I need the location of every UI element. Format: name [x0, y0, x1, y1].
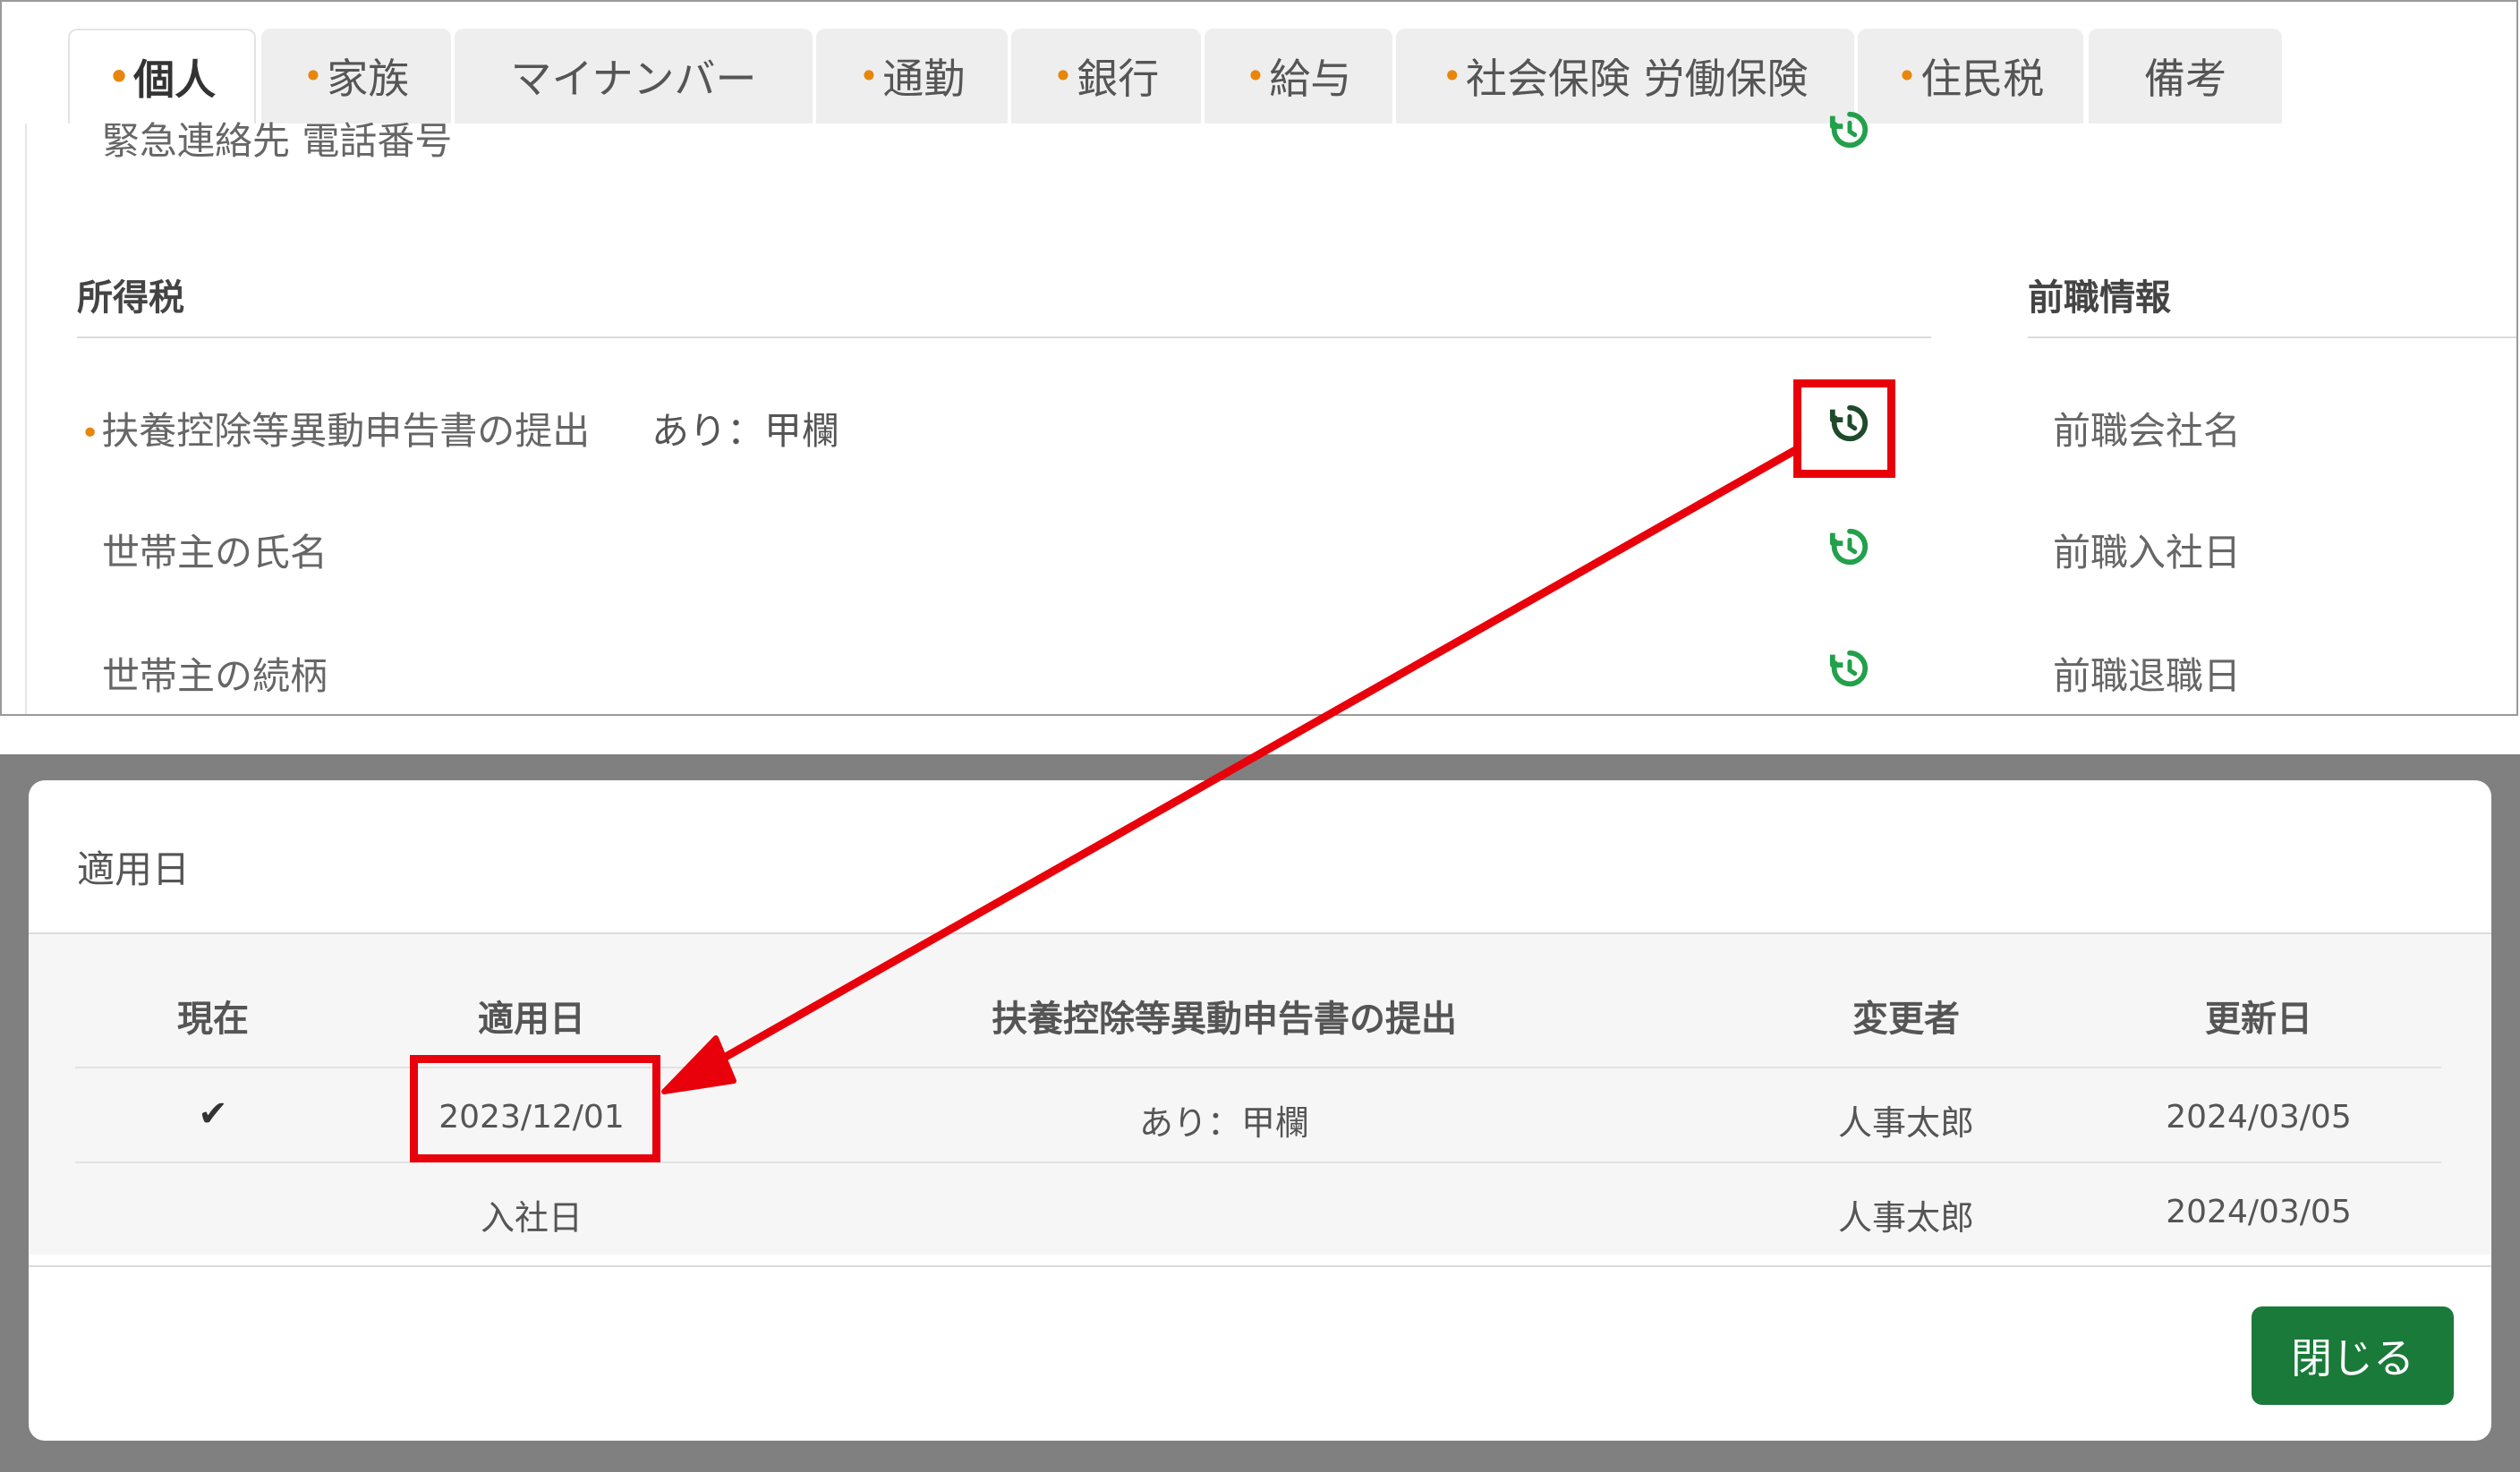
- table-cell-changed-by: 人事太郎: [1837, 1103, 1975, 1143]
- history-table: 現在 適用日 扶養控除等異動申告書の提出 変更者 更新日 ✔ 2023/12/0…: [29, 934, 2491, 1255]
- column-updated: 更新日: [2205, 999, 2312, 1040]
- prev-company-label: 前職会社名: [2053, 409, 2242, 453]
- required-dot: •: [1442, 56, 1462, 96]
- history-icon[interactable]: [1829, 526, 1870, 567]
- required-dot: •: [858, 56, 880, 96]
- emergency-phone-label: 緊急連絡先 電話番号: [102, 119, 453, 163]
- dependent-declaration-label: •扶養控除等異動申告書の提出: [81, 409, 591, 453]
- table-cell-date: 入社日: [480, 1198, 583, 1238]
- tab-strip: • 個人 • 家族 マイナンバー • 通勤 • 銀行 • 給与 • 社会保険 労働保険 • 住…: [2, 2, 2516, 123]
- tab-social-insurance[interactable]: • 社会保険 労働保険: [1396, 29, 1854, 123]
- check-icon: ✔: [198, 1093, 228, 1135]
- history-dialog: 適用日 現在 適用日 扶養控除等異動申告書の提出 変更者 更新日 ✔ 2023/…: [29, 780, 2491, 1441]
- prev-hire-date-label: 前職入社日: [2053, 531, 2242, 574]
- employee-detail-panel: • 個人 • 家族 マイナンバー • 通勤 • 銀行 • 給与 • 社会保険 労働保険 • 住…: [0, 0, 2518, 716]
- tab-commute[interactable]: • 通勤: [816, 29, 1008, 123]
- tab-personal[interactable]: • 個人: [68, 29, 256, 123]
- required-dot: •: [302, 56, 324, 96]
- column-changed-by: 変更者: [1852, 999, 1960, 1040]
- required-dot: •: [107, 57, 131, 97]
- table-cell-updated: 2024/03/05: [2166, 1194, 2352, 1230]
- section-divider: [2028, 336, 2516, 338]
- householder-name-label: 世帯主の氏名: [102, 531, 328, 574]
- tab-notes[interactable]: 備考: [2089, 29, 2282, 123]
- tab-family[interactable]: • 家族: [261, 29, 451, 123]
- prev-leave-date-label: 前職退職日: [2053, 654, 2242, 698]
- column-declaration: 扶養控除等異動申告書の提出: [992, 999, 1457, 1040]
- dependent-declaration-value: あり：甲欄: [651, 409, 840, 453]
- required-dot: •: [81, 415, 100, 452]
- required-dot: •: [1245, 56, 1266, 96]
- history-icon[interactable]: [1829, 109, 1870, 150]
- table-cell-value: あり：甲欄: [1138, 1103, 1310, 1143]
- history-icon-highlight: [1793, 379, 1895, 478]
- close-button[interactable]: 閉じる: [2252, 1306, 2454, 1405]
- dialog-footer-divider: [29, 1265, 2491, 1267]
- tab-salary[interactable]: • 給与: [1205, 29, 1392, 123]
- tab-resident-tax[interactable]: • 住民税: [1858, 29, 2083, 123]
- personal-tab-content: 緊急連絡先 電話番号 所得税 前職情報 •扶養控除等異動申告書の提出 あり：甲欄…: [25, 111, 2516, 714]
- table-cell-updated: 2024/03/05: [2166, 1099, 2352, 1136]
- prev-job-heading: 前職情報: [2028, 277, 2171, 319]
- householder-relation-label: 世帯主の続柄: [102, 654, 328, 698]
- column-apply-date: 適用日: [478, 999, 585, 1040]
- tab-bank[interactable]: • 銀行: [1011, 29, 1201, 123]
- required-dot: •: [1052, 56, 1074, 96]
- section-divider: [77, 336, 1931, 338]
- column-current: 現在: [177, 999, 249, 1040]
- income-tax-heading: 所得税: [77, 277, 184, 319]
- tab-my-number[interactable]: マイナンバー: [455, 29, 813, 123]
- dialog-title: 適用日: [77, 847, 191, 891]
- required-dot: •: [1896, 56, 1918, 96]
- apply-date-highlight: [410, 1055, 660, 1162]
- history-icon[interactable]: [1829, 648, 1870, 689]
- table-cell-changed-by: 人事太郎: [1837, 1198, 1975, 1238]
